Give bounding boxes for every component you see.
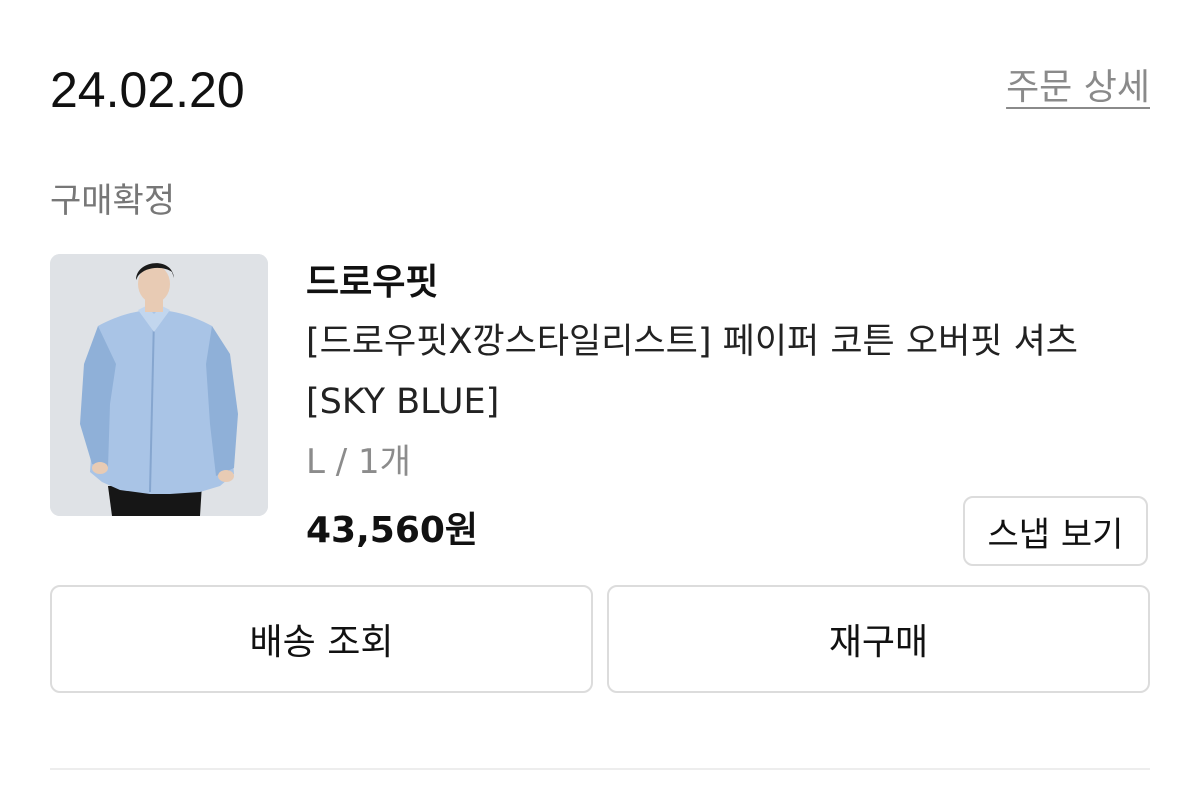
order-card: 24.02.20 주문 상세 구매확정 드로우핏 [드로우핏X깡스타일리스트] … [0,0,1200,801]
track-delivery-button[interactable]: 배송 조회 [50,585,593,693]
product-price: 43,560원 [306,510,479,551]
order-status: 구매확정 [50,181,176,221]
product-option: L / 1개 [306,442,411,482]
snap-view-button[interactable]: 스냅 보기 [963,496,1148,566]
order-detail-link[interactable]: 주문 상세 [1006,66,1150,110]
rebuy-button[interactable]: 재구매 [607,585,1150,693]
product-name-line2[interactable]: [SKY BLUE] [306,372,1156,432]
product-name-line1[interactable]: [드로우핏X깡스타일리스트] 페이퍼 코튼 오버핏 셔츠 [306,312,1156,372]
section-divider [50,768,1150,770]
product-info: 드로우핏 [드로우핏X깡스타일리스트] 페이퍼 코튼 오버핏 셔츠 [SKY B… [306,254,1156,492]
brand-name[interactable]: 드로우핏 [306,254,1156,312]
product-image[interactable] [50,254,268,516]
order-date: 24.02.20 [50,62,245,118]
